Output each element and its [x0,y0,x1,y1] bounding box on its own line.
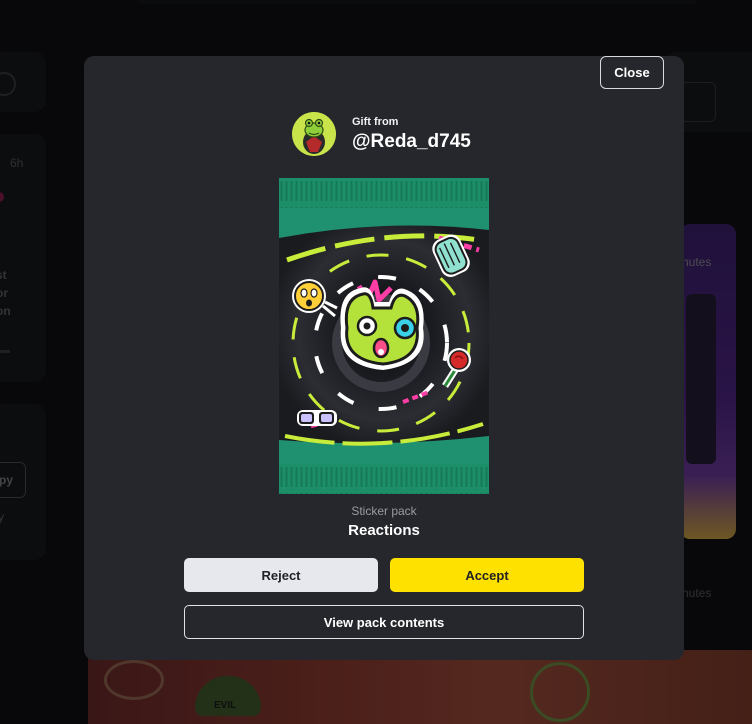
accept-button[interactable]: Accept [390,558,584,592]
rose-sticker-icon [439,346,473,390]
pack-type-label: Sticker pack [351,504,417,518]
pack-name: Reactions [348,522,420,539]
gift-modal: Close Gift from @Reda_d745 Sticker pack … [84,56,684,660]
sticker-pack-image [279,178,489,494]
frog-face-sticker-icon [337,282,431,372]
worried-smiley-sticker-icon [291,278,331,318]
gift-header: Gift from @Reda_d745 [292,111,471,157]
frog-avatar-icon[interactable] [292,112,336,156]
view-pack-contents-button[interactable]: View pack contents [184,605,584,639]
gift-from-label: Gift from [352,115,399,128]
clapping-hands-sticker-icon [423,236,469,286]
reject-button[interactable]: Reject [184,558,378,592]
glasses-sticker-icon [295,408,339,430]
page: 6h st or on py y nutes nutes EVIL Close [0,0,752,724]
close-button[interactable]: Close [600,56,664,89]
gift-info: Gift from @Reda_d745 [352,116,471,153]
sender-username[interactable]: @Reda_d745 [352,131,471,153]
